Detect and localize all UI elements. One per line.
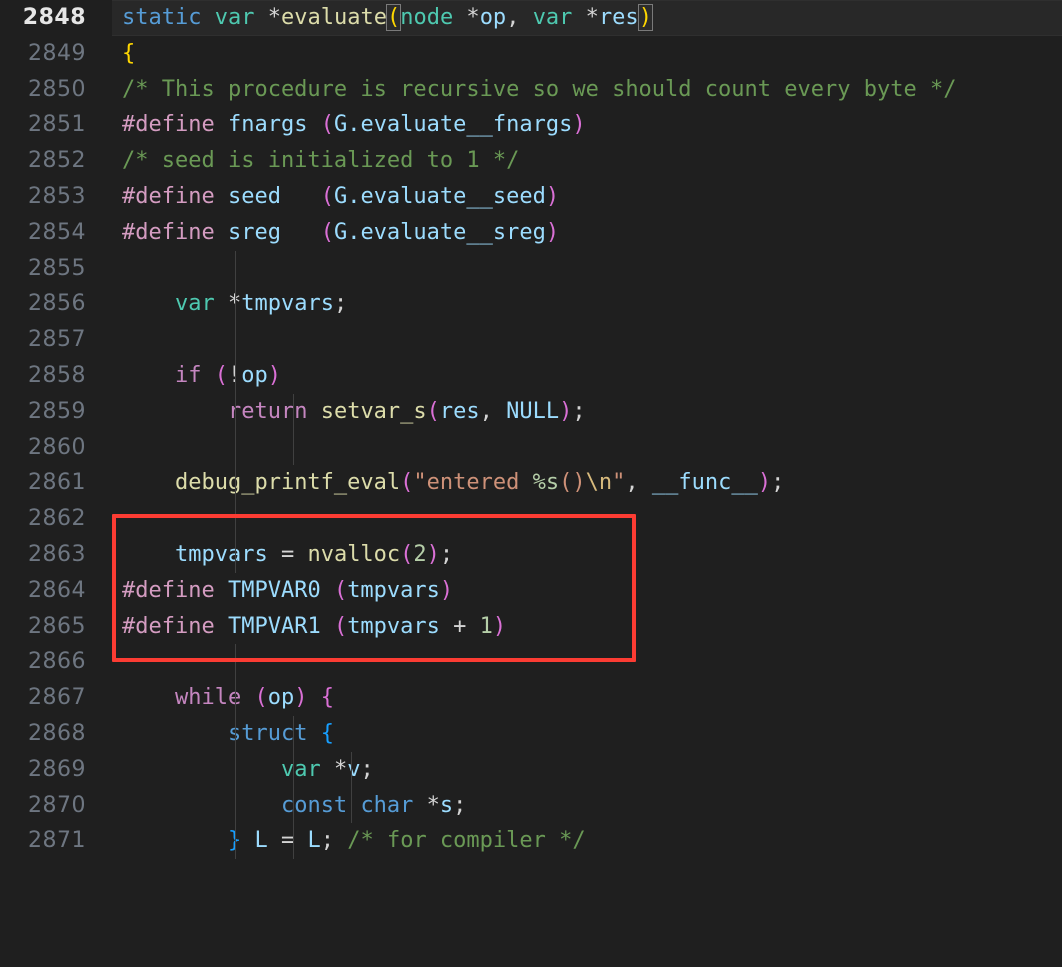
code-text[interactable]: #define fnargs (G.evaluate__fnargs) — [112, 107, 1062, 143]
code-row[interactable]: 2853 #define seed (G.evaluate__seed) — [0, 179, 1062, 215]
indent-guide — [293, 787, 294, 824]
code-text[interactable] — [112, 429, 1062, 466]
code-text[interactable]: if (!op) — [112, 358, 1062, 394]
line-number: 2850 — [28, 76, 86, 102]
code-row[interactable]: 2858 if (!op) — [0, 358, 1062, 394]
indent-guide — [235, 716, 236, 752]
code-text[interactable] — [112, 322, 1062, 358]
code-text[interactable]: #define TMPVAR0 (tmpvars) — [112, 573, 1062, 609]
code-row[interactable]: 2848 static var *evaluate(node *op, var … — [0, 0, 1062, 36]
comment: /* This procedure is recursive so we sho… — [122, 76, 957, 102]
code-text[interactable]: const char *s; — [112, 787, 1062, 824]
indent-guide — [235, 644, 236, 681]
line-number: 2853 — [28, 184, 86, 209]
line-number: 2862 — [28, 506, 86, 532]
indent-guide — [235, 250, 236, 287]
indent-guide — [235, 680, 236, 716]
line-number: 2866 — [28, 649, 86, 675]
indent-guide — [235, 322, 236, 358]
code-row[interactable]: 2863 tmpvars = nvalloc(2); — [0, 537, 1062, 573]
code-text[interactable]: /* seed is initialized to 1 */ — [112, 143, 1062, 179]
code-text[interactable]: while (op) { — [112, 680, 1062, 716]
code-text[interactable]: /* This procedure is recursive so we sho… — [112, 72, 1062, 108]
line-number: 2860 — [28, 434, 86, 460]
code-text[interactable] — [112, 644, 1062, 681]
code-row[interactable]: 2868 struct { — [0, 716, 1062, 752]
line-number: 2849 — [28, 40, 86, 66]
line-number: 2854 — [28, 219, 86, 245]
line-number: 2859 — [28, 398, 86, 424]
indent-guide — [235, 751, 236, 788]
code-editor[interactable]: 2848 static var *evaluate(node *op, var … — [0, 0, 1062, 860]
indent-guide — [235, 787, 236, 824]
line-number: 2868 — [28, 721, 86, 746]
code-row[interactable]: 2856 var *tmpvars; — [0, 286, 1062, 323]
code-row[interactable]: 2862 — [0, 501, 1062, 537]
code-row[interactable]: 2850 /* This procedure is recursive so w… — [0, 72, 1062, 108]
line-number: 2871 — [28, 828, 86, 854]
indent-guide — [235, 823, 236, 860]
code-text[interactable]: var *tmpvars; — [112, 286, 1062, 323]
code-row[interactable]: 2855 — [0, 250, 1062, 287]
code-text[interactable]: var *v; — [112, 751, 1062, 788]
indent-guide — [293, 751, 294, 788]
line-number: 2857 — [28, 327, 86, 353]
code-row[interactable]: 2854 #define sreg (G.evaluate__sreg) — [0, 215, 1062, 251]
code-text[interactable]: #define sreg (G.evaluate__sreg) — [112, 215, 1062, 251]
indent-guide — [351, 787, 352, 824]
line-number: 2869 — [28, 756, 86, 782]
line-number: 2867 — [28, 685, 86, 711]
code-row[interactable]: 2852 /* seed is initialized to 1 */ — [0, 143, 1062, 179]
line-number: 2852 — [28, 148, 86, 174]
code-text[interactable]: #define TMPVAR1 (tmpvars + 1) — [112, 609, 1062, 645]
line-number: 2861 — [28, 470, 86, 496]
indent-guide — [235, 465, 236, 502]
line-number: 2864 — [28, 577, 86, 603]
code-text[interactable]: #define seed (G.evaluate__seed) — [112, 179, 1062, 215]
indent-guide — [235, 286, 236, 323]
code-text[interactable]: return setvar_s(res, NULL); — [112, 393, 1062, 430]
code-row[interactable]: 2849 { — [0, 36, 1062, 72]
line-number: 2855 — [28, 255, 86, 281]
code-row[interactable]: 2860 — [0, 429, 1062, 466]
indent-guide — [235, 393, 236, 430]
code-text[interactable] — [112, 501, 1062, 537]
code-row[interactable]: 2859 return setvar_s(res, NULL); — [0, 393, 1062, 430]
code-text[interactable] — [112, 250, 1062, 287]
code-row[interactable]: 2864 #define TMPVAR0 (tmpvars) — [0, 573, 1062, 609]
line-number: 2851 — [28, 112, 86, 138]
line-number: 2865 — [28, 613, 86, 639]
indent-guide — [235, 537, 236, 573]
indent-guide — [351, 751, 352, 788]
code-row[interactable]: 2857 — [0, 322, 1062, 358]
comment: /* seed is initialized to 1 */ — [122, 148, 520, 174]
line-number: 2856 — [28, 291, 86, 317]
line-number: 2863 — [28, 542, 86, 567]
code-row[interactable]: 2851 #define fnargs (G.evaluate__fnargs) — [0, 107, 1062, 143]
code-row[interactable]: 2869 var *v; — [0, 751, 1062, 788]
code-row[interactable]: 2867 while (op) { — [0, 680, 1062, 716]
indent-guide — [235, 429, 236, 466]
code-row[interactable]: 2865 #define TMPVAR1 (tmpvars + 1) — [0, 609, 1062, 645]
indent-guide — [293, 716, 294, 752]
code-row[interactable]: 2871 } L = L; /* for compiler */ — [0, 823, 1062, 860]
line-number: 2870 — [28, 792, 86, 818]
code-text[interactable]: static var *evaluate(node *op, var *res) — [112, 0, 1062, 36]
code-row[interactable]: 2866 — [0, 644, 1062, 681]
code-text[interactable]: struct { — [112, 716, 1062, 752]
code-text[interactable]: } L = L; /* for compiler */ — [112, 823, 1062, 860]
line-number: 2848 — [22, 5, 86, 30]
indent-guide — [235, 501, 236, 537]
code-text[interactable]: tmpvars = nvalloc(2); — [112, 537, 1062, 573]
code-row[interactable]: 2861 debug_printf_eval("entered %s()\n",… — [0, 465, 1062, 502]
code-row[interactable]: 2870 const char *s; — [0, 787, 1062, 824]
indent-guide — [235, 358, 236, 394]
indent-guide — [293, 393, 294, 430]
line-number: 2858 — [28, 363, 86, 388]
indent-guide — [293, 429, 294, 466]
code-text[interactable]: { — [112, 36, 1062, 72]
code-text[interactable]: debug_printf_eval("entered %s()\n", __fu… — [112, 465, 1062, 502]
indent-guide — [293, 823, 294, 860]
